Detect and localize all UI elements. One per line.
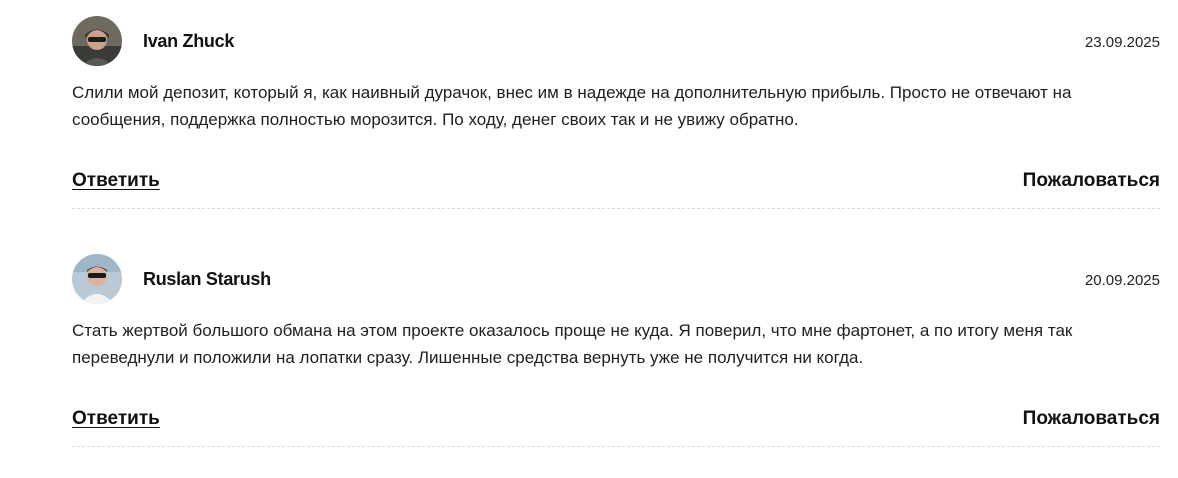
- comment-divider: [72, 446, 1160, 447]
- comment-date: 23.09.2025: [1084, 34, 1160, 51]
- comment-item: Ruslan Starush 20.09.2025 Стать жертвой …: [72, 254, 1160, 447]
- reply-link[interactable]: Ответить: [72, 170, 160, 192]
- avatar[interactable]: [72, 16, 122, 66]
- reply-link[interactable]: Ответить: [72, 408, 160, 430]
- comment-header: Ivan Zhuck 23.09.2025: [72, 16, 1160, 66]
- comment-divider: [72, 208, 1160, 209]
- comment-actions: Ответить Пожаловаться: [72, 408, 1160, 432]
- report-link[interactable]: Пожаловаться: [1023, 408, 1160, 430]
- author-name: Ruslan Starush: [143, 269, 271, 289]
- comment-header: Ruslan Starush 20.09.2025: [72, 254, 1160, 304]
- comment-date: 20.09.2025: [1084, 272, 1160, 289]
- avatar[interactable]: [72, 254, 122, 304]
- report-link[interactable]: Пожаловаться: [1023, 170, 1160, 192]
- author-name: Ivan Zhuck: [143, 31, 235, 51]
- comment-text: Стать жертвой большого обмана на этом пр…: [72, 321, 1073, 367]
- comment-actions: Ответить Пожаловаться: [72, 170, 1160, 194]
- comment-text: Слили мой депозит, который я, как наивны…: [72, 83, 1072, 129]
- comment-item: Ivan Zhuck 23.09.2025 Слили мой депозит,…: [72, 16, 1160, 209]
